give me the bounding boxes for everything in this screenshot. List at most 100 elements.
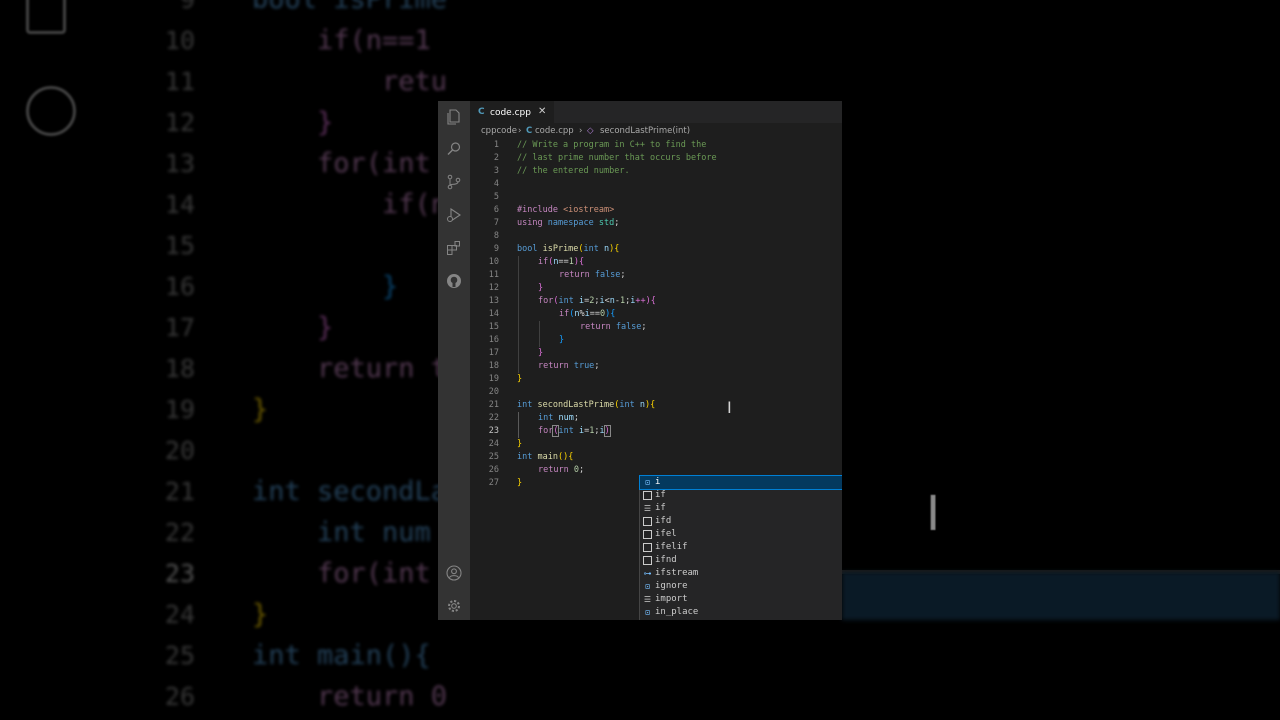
bg-code-line: bool isPrime bbox=[252, 0, 447, 20]
line-number: 21 bbox=[488, 400, 499, 410]
github-icon[interactable] bbox=[446, 273, 462, 289]
line-number: 7 bbox=[493, 218, 499, 228]
bg-line-number: 17 bbox=[164, 313, 195, 342]
text-cursor-icon: I bbox=[727, 398, 732, 417]
breadcrumb-separator: › bbox=[518, 126, 522, 136]
keyword-icon: ☰ bbox=[643, 504, 652, 513]
bg-selection-band bbox=[842, 572, 1280, 620]
line-number: 13 bbox=[488, 296, 499, 306]
suggestion-item[interactable]: if bbox=[640, 489, 842, 502]
bg-code-line: return 0 bbox=[252, 681, 448, 712]
tab-code-cpp[interactable]: C code.cpp ✕ bbox=[470, 101, 554, 124]
line-number: 10 bbox=[488, 257, 499, 267]
bg-line-number: 24 bbox=[164, 600, 195, 629]
source-control-icon[interactable] bbox=[446, 174, 462, 190]
class-icon: ⊶ bbox=[643, 569, 652, 578]
bg-line-number: 18 bbox=[164, 354, 195, 383]
suggestion-item[interactable]: ⊡ in_place bbox=[640, 606, 842, 619]
code-line: // last prime number that occurs before bbox=[517, 153, 717, 163]
line-number: 8 bbox=[493, 231, 499, 241]
gear-icon[interactable] bbox=[446, 598, 462, 614]
account-icon[interactable] bbox=[446, 565, 462, 581]
indent-guide bbox=[518, 412, 519, 438]
bg-code-line: } bbox=[252, 271, 399, 302]
snippet-icon bbox=[643, 543, 652, 552]
snippet-icon bbox=[643, 491, 652, 500]
code-line: return false; bbox=[559, 270, 626, 280]
bg-code-line: } bbox=[252, 599, 269, 630]
run-debug-icon[interactable] bbox=[446, 207, 462, 223]
suggestion-item[interactable]: ⊡ ignore bbox=[640, 580, 842, 593]
snippet-icon bbox=[643, 530, 652, 539]
suggestion-item[interactable]: ifnd bbox=[640, 554, 842, 567]
line-number: 1 bbox=[493, 140, 499, 150]
code-line: for(int i=2;i<n-1;i++){ bbox=[538, 296, 656, 306]
line-number: 11 bbox=[488, 270, 499, 280]
code-line: // Write a program in C++ to find the bbox=[517, 140, 707, 150]
bg-code-line: int num bbox=[252, 517, 431, 548]
bg-code-line: int secondLa bbox=[252, 476, 448, 507]
bg-line-number: 23 bbox=[164, 559, 195, 588]
bg-line-number: 12 bbox=[164, 108, 195, 137]
code-line: if(n%i==0){ bbox=[559, 309, 616, 319]
code-line: } bbox=[559, 335, 565, 345]
code-line: int main(){ bbox=[517, 452, 574, 462]
suggestion-item[interactable]: ⊡ i bbox=[639, 475, 842, 490]
suggestion-item[interactable]: ⊶ ifstream bbox=[640, 567, 842, 580]
tab-label: code.cpp bbox=[490, 108, 531, 118]
bg-line-number: 20 bbox=[164, 436, 195, 465]
code-line: } bbox=[517, 374, 523, 384]
code-line: return 0; bbox=[538, 465, 585, 475]
bg-line-number: 15 bbox=[164, 231, 195, 260]
suggestion-item[interactable]: ifd bbox=[640, 515, 842, 528]
code-line: } bbox=[517, 478, 523, 488]
code-line: // the entered number. bbox=[517, 166, 630, 176]
line-number: 5 bbox=[493, 192, 499, 202]
breadcrumb-symbol[interactable]: secondLastPrime(int) bbox=[600, 123, 690, 139]
bg-code-line: for(int bbox=[252, 558, 431, 589]
code-line: } bbox=[517, 439, 523, 449]
cpp-file-icon: C bbox=[526, 126, 533, 136]
method-icon: ◇ bbox=[587, 126, 594, 136]
code-line: #include <iostream> bbox=[517, 205, 615, 215]
line-number: 18 bbox=[488, 361, 499, 371]
breadcrumb-folder[interactable]: cppcode bbox=[481, 123, 517, 139]
bg-line-number: 11 bbox=[164, 67, 195, 96]
bg-line-number: 21 bbox=[164, 477, 195, 506]
bg-code-line: if(n bbox=[252, 189, 448, 220]
code-line: } bbox=[538, 283, 544, 293]
code-line: using namespace std; bbox=[517, 218, 620, 228]
line-number: 14 bbox=[488, 309, 499, 319]
code-line: int num; bbox=[538, 413, 579, 423]
extensions-icon[interactable] bbox=[446, 240, 462, 256]
line-number: 25 bbox=[488, 452, 499, 462]
line-number: 15 bbox=[488, 322, 499, 332]
cpp-file-icon: C bbox=[478, 107, 485, 117]
suggestion-item[interactable]: ifel bbox=[640, 528, 842, 541]
line-number: 22 bbox=[488, 413, 499, 423]
line-number: 26 bbox=[488, 465, 499, 475]
suggestion-item[interactable]: ⊡in_place_index bbox=[640, 619, 842, 620]
suggestion-item[interactable]: ☰ if bbox=[640, 502, 842, 515]
bg-code-line: } bbox=[252, 394, 269, 425]
indent-guide bbox=[518, 256, 519, 373]
line-number: 24 bbox=[488, 439, 499, 449]
activity-bar bbox=[438, 101, 470, 620]
editor-window: C code.cpp ✕ cppcode › C code.cpp › ◇ se… bbox=[438, 101, 842, 620]
close-icon[interactable]: ✕ bbox=[538, 106, 546, 117]
bg-line-number: 19 bbox=[164, 395, 195, 424]
tab-bar: C code.cpp ✕ bbox=[470, 101, 842, 124]
explorer-icon[interactable] bbox=[446, 109, 462, 125]
breadcrumb-file[interactable]: code.cpp bbox=[535, 123, 574, 139]
code-line-active: for(int i=1;i) bbox=[538, 425, 611, 437]
code-editor[interactable]: 1 2 3 4 5 6 7 8 9 10 11 12 13 14 15 16 1… bbox=[470, 139, 842, 620]
bg-code-line: int main(){ bbox=[252, 640, 431, 671]
bg-line-number: 14 bbox=[164, 190, 195, 219]
breadcrumb-separator: › bbox=[579, 126, 583, 136]
suggestion-item[interactable]: ifelif bbox=[640, 541, 842, 554]
line-number: 6 bbox=[493, 205, 499, 215]
search-icon[interactable] bbox=[446, 141, 462, 157]
suggestion-item[interactable]: ☰ import bbox=[640, 593, 842, 606]
code-line: return false; bbox=[580, 322, 647, 332]
bg-line-number: 26 bbox=[164, 682, 195, 711]
